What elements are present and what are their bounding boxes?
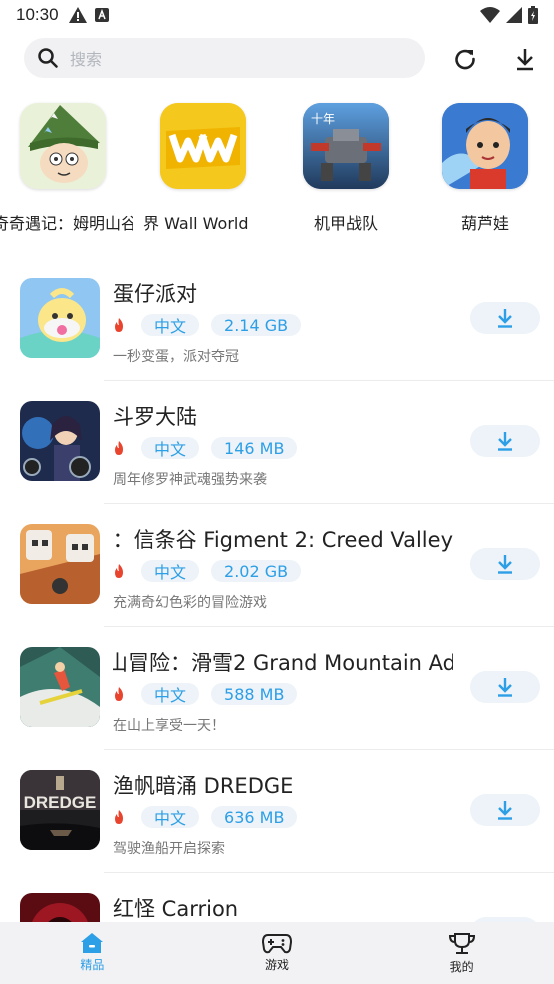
featured-item[interactable]: 葫芦娃 xyxy=(415,100,554,240)
refresh-icon xyxy=(455,49,475,70)
size-tag: 146 MB xyxy=(211,437,298,459)
search-row: 搜索 xyxy=(0,38,554,80)
hot-fire-icon xyxy=(115,810,123,824)
language-tag: 中文 xyxy=(141,437,200,459)
featured-item[interactable]: 界 Wall World xyxy=(133,100,273,240)
moomin-game-icon xyxy=(20,103,106,189)
battery-icon xyxy=(528,6,538,24)
douluo-icon xyxy=(20,401,100,481)
game-title: 构世界2：信条谷 Figment 2: Creed Valley xyxy=(113,528,453,552)
game-meta: 中文 2.14 GB xyxy=(113,314,313,336)
game-description: 一秒变蛋，派对夺冠 xyxy=(113,349,239,365)
featured-row: 奇奇遇记：姆明山谷 界 Wall World 十年 机甲战队 葫芦娃 xyxy=(0,100,554,240)
game-description: 驾驶渔船开启探索 xyxy=(113,841,225,857)
download-icon xyxy=(498,555,512,574)
wall-world-icon xyxy=(160,103,246,189)
hot-fire-icon xyxy=(115,441,123,455)
wifi-icon xyxy=(480,7,500,23)
download-icon xyxy=(498,309,512,328)
figment2-icon xyxy=(20,524,100,604)
notification-a-icon xyxy=(94,8,109,22)
featured-label: 葫芦娃 xyxy=(460,214,509,233)
nav-tab-home[interactable]: 精品 xyxy=(0,922,185,984)
grand-mountain-icon xyxy=(20,647,100,727)
download-icon xyxy=(498,801,512,820)
list-item[interactable]: 高山冒险：滑雪2 Grand Mountain Adventure 2 中文 5… xyxy=(0,627,554,750)
download-manager-button[interactable] xyxy=(510,44,540,74)
warning-icon xyxy=(68,7,87,23)
calabash-brothers-icon xyxy=(442,103,528,189)
game-meta: 中文 636 MB xyxy=(113,806,309,828)
featured-item[interactable]: 奇奇遇记：姆明山谷 xyxy=(0,100,133,240)
hot-fire-icon xyxy=(115,687,123,701)
nav-tab-mine[interactable]: 我的 xyxy=(369,922,554,984)
nav-label: 精品 xyxy=(80,958,105,972)
list-item[interactable]: 斗罗大陆 中文 146 MB 周年修罗神武魂强势来袭 xyxy=(0,381,554,504)
download-button[interactable] xyxy=(470,425,540,457)
status-time: 10:30 xyxy=(16,5,59,24)
language-tag: 中文 xyxy=(141,683,200,705)
trophy-icon xyxy=(448,933,475,954)
download-icon xyxy=(498,678,512,697)
game-title: 红怪 Carrion xyxy=(113,897,239,921)
language-tag: 中文 xyxy=(141,314,200,336)
bottom-nav: 精品 游戏 我的 xyxy=(0,922,554,984)
featured-label: 奇奇遇记：姆明山谷 xyxy=(0,214,133,233)
game-title: 渔帆暗涌 DREDGE xyxy=(113,774,294,798)
list-item[interactable]: DREDGE 渔帆暗涌 DREDGE 中文 636 MB 驾驶渔船开启探索 xyxy=(0,750,554,873)
list-item[interactable]: 构世界2：信条谷 Figment 2: Creed Valley 中文 2.02… xyxy=(0,504,554,627)
refresh-button[interactable] xyxy=(450,44,480,74)
signal-icon xyxy=(506,7,522,23)
size-tag: 2.02 GB xyxy=(211,560,302,582)
language-tag: 中文 xyxy=(141,806,200,828)
hot-fire-icon xyxy=(115,318,123,332)
status-bar: 10:30 xyxy=(0,0,554,30)
download-button[interactable] xyxy=(470,794,540,826)
dredge-icon: DREDGE xyxy=(20,770,100,850)
game-description: 充满奇幻色彩的冒险游戏 xyxy=(113,595,267,611)
game-meta: 中文 588 MB xyxy=(113,683,309,705)
list-item[interactable]: 蛋仔派对 中文 2.14 GB 一秒变蛋，派对夺冠 xyxy=(0,258,554,381)
carrion-icon xyxy=(20,893,100,922)
svg-text:十年: 十年 xyxy=(311,112,335,126)
game-title: 蛋仔派对 xyxy=(113,282,197,306)
nav-label: 游戏 xyxy=(265,958,290,972)
search-placeholder: 搜索 xyxy=(70,50,103,69)
size-tag: 2.14 GB xyxy=(211,314,302,336)
dredge-logo-text: DREDGE xyxy=(24,793,97,812)
size-tag: 636 MB xyxy=(211,806,298,828)
download-button[interactable] xyxy=(470,548,540,580)
size-tag: 588 MB xyxy=(211,683,298,705)
game-description: 在山上享受一天！ xyxy=(113,718,225,734)
search-icon xyxy=(38,48,58,68)
nav-tab-games[interactable]: 游戏 xyxy=(185,922,370,984)
download-icon xyxy=(517,49,533,71)
mech-arena-icon: 十年 xyxy=(303,103,389,189)
nav-label: 我的 xyxy=(449,960,474,974)
search-input[interactable]: 搜索 xyxy=(24,38,425,78)
list-item[interactable]: 红怪 Carrion xyxy=(0,873,554,922)
gamepad-icon xyxy=(262,934,292,954)
download-button[interactable] xyxy=(470,302,540,334)
game-title: 斗罗大陆 xyxy=(113,405,197,429)
game-title: 高山冒险：滑雪2 Grand Mountain Adventure 2 xyxy=(113,651,453,675)
game-meta: 中文 2.02 GB xyxy=(113,560,313,582)
download-icon xyxy=(498,432,512,451)
eggy-party-icon xyxy=(20,278,100,358)
featured-label: 界 Wall World xyxy=(143,214,249,233)
game-description: 周年修罗神武魂强势来袭 xyxy=(113,472,267,488)
game-list: 蛋仔派对 中文 2.14 GB 一秒变蛋，派对夺冠 斗罗大陆 中文 146 MB… xyxy=(0,258,554,922)
featured-item[interactable]: 十年 机甲战队 xyxy=(276,100,416,240)
hot-fire-icon xyxy=(115,564,123,578)
download-button[interactable] xyxy=(470,671,540,703)
language-tag: 中文 xyxy=(141,560,200,582)
featured-label: 机甲战队 xyxy=(313,214,378,233)
game-meta: 中文 146 MB xyxy=(113,437,309,459)
home-icon xyxy=(81,933,104,953)
